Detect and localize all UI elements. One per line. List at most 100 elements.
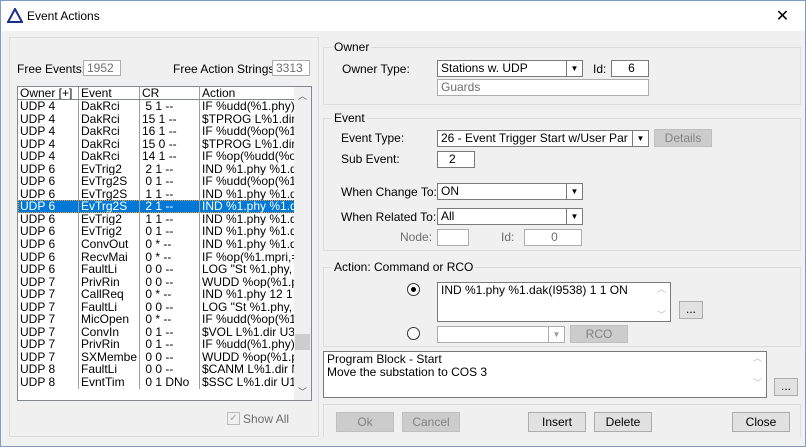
table-row[interactable]: UDP 7ConvIn 0 1 --$VOL L%1.dir U3;II	[18, 325, 311, 339]
table-row[interactable]: UDP 7PrivRin 0 0 --WUDD %op(%1.ph	[18, 275, 311, 289]
cell-owner: UDP 8	[18, 376, 79, 389]
cancel-button[interactable]: Cancel	[402, 412, 460, 432]
table-row[interactable]: UDP 4DakRci 5 1 --IF %udd(%1.phy);$S	[18, 100, 311, 113]
table-row[interactable]: UDP 4DakRci15 1 --$TPROG L%1.dir U	[18, 112, 311, 126]
cell-event: EvTrig2	[79, 162, 140, 176]
ok-button[interactable]: Ok	[336, 412, 394, 432]
table-row[interactable]: UDP 4DakRci16 1 --IF %udd(%op(%1.pl	[18, 125, 311, 138]
cell-cr: 14 1 --	[140, 150, 200, 163]
details-button[interactable]: Details	[654, 129, 712, 147]
rco-radio[interactable]	[407, 327, 420, 340]
chevron-down-icon[interactable]: ▼	[632, 131, 648, 146]
cell-owner: UDP 4	[18, 125, 79, 138]
event-actions-table[interactable]: Owner [+] Event CR Action UDP 4 DakRci 5 …	[17, 86, 312, 401]
cell-owner: UDP 8	[18, 363, 79, 377]
cell-action: IF %udd(%op(%1.pl	[202, 125, 294, 138]
free-events-label: Free Events:	[17, 62, 86, 76]
cell-cr: 2 1 --	[140, 200, 200, 213]
event-actions-window: Event Actions ✕ Free Events: 1952 Free A…	[0, 0, 806, 447]
rco-button[interactable]: RCO	[570, 325, 628, 343]
chevron-down-icon[interactable]: ▼	[548, 327, 564, 342]
column-header-action[interactable]: Action	[200, 87, 294, 99]
cell-action: IND %1.phy %1.da	[202, 200, 294, 213]
table-scrollbar[interactable]: ︿ ﹀	[294, 87, 311, 400]
chevron-down-icon[interactable]: ▼	[566, 209, 582, 224]
command-textarea[interactable]: IND %1.phy %1.dak(I9538) 1 1 ON ︿ ﹀	[437, 282, 671, 322]
rco-dropdown[interactable]: ▼	[437, 326, 565, 343]
cell-action: IF %udd(%1.phy);$S	[202, 100, 294, 113]
owner-type-dropdown[interactable]: Stations w. UDP ▼	[437, 60, 583, 77]
node-label: Node:	[400, 230, 433, 244]
table-row[interactable]: UDP 8FaultLi 0 0 --$CANM L%1.dir NC	[18, 363, 311, 377]
table-row[interactable]: UDP 7FaultLi 0 0 --LOG "St %1.phy, %	[18, 300, 311, 314]
cell-cr: 0 0 --	[140, 263, 200, 276]
when-change-to-value: ON	[441, 184, 459, 198]
textarea-scrollbar[interactable]: ︿ ﹀	[653, 283, 670, 321]
cell-event: EvTrig2	[79, 212, 140, 226]
event-type-label: Event Type:	[341, 131, 405, 145]
cell-action: $VOL L%1.dir U3;II	[202, 325, 294, 339]
cell-action: $SSC L%1.dir U1;C	[202, 376, 294, 389]
title-bar: Event Actions ✕	[1, 1, 805, 31]
table-row[interactable]: UDP 8EvntTim 0 1 DNo$SSC L%1.dir U1;C	[18, 376, 311, 389]
cell-event: DakRci	[79, 150, 140, 163]
cell-action: IF %op(%udd(%op(%	[202, 150, 294, 163]
free-action-strings-label: Free Action Strings:	[173, 62, 278, 76]
table-row[interactable]: UDP 6 EvTrig2 1 1 -- IND %1.phy %1.da	[18, 212, 311, 226]
cell-event: FaultLi	[79, 263, 140, 276]
show-all-checkbox[interactable]: ✓	[227, 412, 240, 425]
cell-owner: UDP 7	[18, 313, 79, 326]
table-row[interactable]: UDP 6 ConvOut 0 * -- IND %1.phy %1.da	[18, 238, 311, 251]
column-header-owner[interactable]: Owner [+]	[18, 87, 79, 99]
table-row[interactable]: UDP 6EvTrg2S 0 1 --IF %udd(%op(%1.pl	[18, 175, 311, 188]
column-header-cr[interactable]: CR	[140, 87, 200, 99]
table-row[interactable]: UDP 7PrivRin 0 1 --IF %udd(%1.phy);$I	[18, 338, 311, 351]
owner-id-input[interactable]: 6	[611, 60, 649, 77]
command-browse-button[interactable]: ...	[679, 301, 703, 319]
when-related-to-dropdown[interactable]: All ▼	[437, 208, 583, 225]
table-row[interactable]: UDP 6 EvTrig2 2 1 -- IND %1.phy %1.da	[18, 162, 311, 176]
table-row[interactable]: UDP 7MicOpen 0 * --IF %udd(%op(%1.pl	[18, 313, 311, 326]
cell-action: IF %udd(%op(%1.pl	[202, 175, 294, 188]
when-change-to-label: When Change To:	[341, 185, 437, 199]
table-row[interactable]: UDP 4DakRci15 0 --$TPROG L%1.dir U	[18, 137, 311, 151]
close-button[interactable]: Close	[732, 412, 790, 432]
scroll-down-icon[interactable]: ﹀	[298, 385, 307, 398]
cell-event: FaultLi	[79, 300, 140, 314]
owner-type-value: Stations w. UDP	[441, 61, 528, 75]
node-input	[437, 229, 469, 246]
table-row[interactable]: UDP 6FaultLi 0 0 --LOG "St %1.phy, %	[18, 263, 311, 276]
chevron-down-icon[interactable]: ▼	[566, 184, 582, 199]
action-legend: Action: Command or RCO	[332, 260, 476, 274]
table-row[interactable]: UDP 6 EvTrg2S 2 1 -- IND %1.phy %1.da	[18, 200, 311, 213]
delete-button[interactable]: Delete	[594, 412, 652, 432]
command-radio[interactable]	[407, 283, 420, 296]
table-row[interactable]: UDP 6 EvTrig2 0 1 -- IND %1.phy %1.da	[18, 225, 311, 239]
table-row[interactable]: UDP 6RecvMai 0 * --IF %op(%1.mpri,=,4	[18, 250, 311, 264]
sub-event-input[interactable]: 2	[437, 151, 475, 168]
close-window-button[interactable]: ✕	[760, 1, 805, 31]
column-header-event[interactable]: Event	[79, 87, 140, 99]
scroll-up-icon[interactable]: ︿	[298, 89, 307, 102]
comment-textarea[interactable]: Program Block - Start Move the substatio…	[323, 351, 767, 398]
comment-browse-button[interactable]: ...	[774, 378, 798, 396]
cell-cr: 0 1 DNo	[140, 376, 200, 389]
cell-action: IND %1.phy %1.da	[202, 212, 294, 226]
textarea-scrollbar[interactable]: ︿ ﹀	[749, 352, 766, 397]
cell-action: IF %op(%1.mpri,=,4	[202, 250, 294, 264]
cell-owner: UDP 4	[18, 150, 79, 163]
cell-action: WUDD %op(%1.ph	[202, 275, 294, 289]
insert-button[interactable]: Insert	[528, 412, 586, 432]
table-row[interactable]: UDP 7SXMembe 0 0 --WUDD %op(%1.ph	[18, 350, 311, 364]
chevron-down-icon[interactable]: ▼	[566, 61, 582, 76]
table-row[interactable]: UDP 7 CallReq 0 * -- IND %1.phy 12 1 3	[18, 288, 311, 301]
cell-owner: UDP 4	[18, 137, 79, 151]
cell-cr: 2 1 --	[140, 162, 200, 176]
when-change-to-dropdown[interactable]: ON ▼	[437, 183, 583, 200]
free-events-value: 1952	[83, 60, 121, 76]
table-row[interactable]: UDP 6 EvTrg2S 1 1 -- IND %1.phy %1.da	[18, 187, 311, 201]
scrollbar-thumb[interactable]	[295, 334, 310, 350]
event-type-dropdown[interactable]: 26 - Event Trigger Start w/User Par ▼	[437, 130, 649, 147]
table-row[interactable]: UDP 4DakRci14 1 --IF %op(%udd(%op(%	[18, 150, 311, 163]
cell-action: IF %udd(%op(%1.pl	[202, 313, 294, 326]
